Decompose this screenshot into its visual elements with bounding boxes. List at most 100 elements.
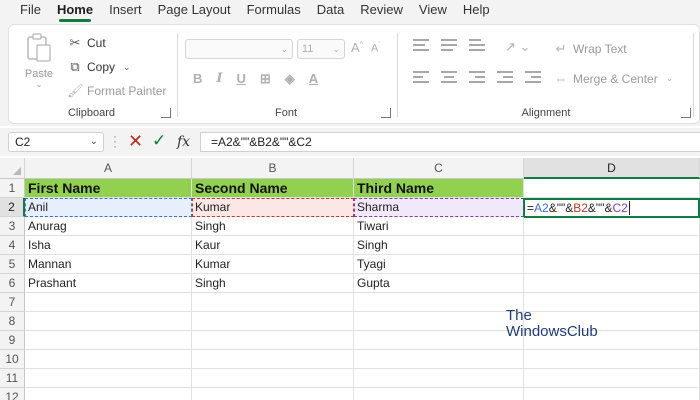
decrease-indent-icon[interactable] — [497, 71, 513, 83]
format-painter-button[interactable]: 🖌 Format Painter — [67, 83, 166, 99]
header-cell-second-name[interactable]: Second Name — [192, 179, 354, 198]
empty-cell[interactable] — [25, 369, 192, 388]
empty-cell[interactable] — [25, 312, 192, 331]
cell-c2[interactable]: Sharma — [354, 198, 524, 217]
name-box[interactable]: C2 ⌄ — [8, 132, 104, 152]
menu-home[interactable]: Home — [49, 0, 101, 22]
column-header-d[interactable]: D — [524, 158, 700, 179]
font-name-select[interactable]: ⌄ — [185, 39, 293, 59]
empty-cell[interactable] — [354, 312, 524, 331]
empty-cell[interactable] — [192, 331, 354, 350]
row-header[interactable]: 10 — [0, 350, 25, 369]
menu-file[interactable]: File — [12, 0, 49, 22]
menu-insert[interactable]: Insert — [101, 0, 150, 22]
empty-cell[interactable] — [524, 236, 700, 255]
column-header-c[interactable]: C — [354, 158, 524, 179]
align-center-icon[interactable] — [441, 71, 457, 83]
header-cell-first-name[interactable]: First Name — [25, 179, 192, 198]
row-header[interactable]: 9 — [0, 331, 25, 350]
cell-b2[interactable]: Kumar — [192, 198, 354, 217]
cell-a3[interactable]: Anurag — [25, 217, 192, 236]
cell-b3[interactable]: Singh — [192, 217, 354, 236]
select-all-button[interactable] — [0, 158, 25, 179]
menu-view[interactable]: View — [411, 0, 455, 22]
orientation-icon[interactable]: ↗ ⌄ — [505, 39, 530, 55]
middle-align-icon[interactable] — [441, 39, 457, 51]
column-header-a[interactable]: A — [25, 158, 192, 179]
copy-button[interactable]: ⧉ Copy ⌄ — [67, 59, 130, 75]
row-header[interactable]: 2 — [0, 198, 25, 217]
empty-cell[interactable] — [354, 331, 524, 350]
decrease-font-icon[interactable]: Aˇ — [371, 42, 381, 55]
cell-a2[interactable]: Anil — [25, 198, 192, 217]
menu-formulas[interactable]: Formulas — [239, 0, 309, 22]
cell-b5[interactable]: Kumar — [192, 255, 354, 274]
cell-a4[interactable]: Isha — [25, 236, 192, 255]
bottom-align-icon[interactable] — [469, 39, 485, 51]
italic-icon[interactable]: I — [216, 71, 222, 87]
insert-function-icon[interactable]: fx — [177, 132, 190, 152]
empty-cell[interactable] — [25, 350, 192, 369]
more-options-icon[interactable]: · · · — [113, 130, 117, 152]
empty-cell[interactable] — [354, 388, 524, 400]
empty-cell[interactable] — [25, 388, 192, 400]
empty-cell[interactable] — [25, 293, 192, 312]
row-header[interactable]: 6 — [0, 274, 25, 293]
empty-cell[interactable] — [25, 331, 192, 350]
empty-cell[interactable] — [192, 369, 354, 388]
empty-cell[interactable] — [524, 369, 700, 388]
top-align-icon[interactable] — [413, 39, 429, 51]
cell-b6[interactable]: Singh — [192, 274, 354, 293]
row-header[interactable]: 3 — [0, 217, 25, 236]
row-header[interactable]: 5 — [0, 255, 25, 274]
increase-font-icon[interactable]: A^ — [351, 40, 363, 55]
row-header[interactable]: 7 — [0, 293, 25, 312]
font-launcher-icon[interactable] — [381, 108, 391, 118]
clipboard-launcher-icon[interactable] — [161, 108, 171, 118]
cell-c3[interactable]: Tiwari — [354, 217, 524, 236]
menu-page-layout[interactable]: Page Layout — [150, 0, 239, 22]
font-color-icon[interactable]: A — [309, 71, 318, 87]
header-cell-third-name[interactable]: Third Name — [354, 179, 524, 198]
row-header[interactable]: 1 — [0, 179, 25, 198]
empty-cell[interactable] — [524, 388, 700, 400]
empty-cell[interactable] — [524, 274, 700, 293]
menu-review[interactable]: Review — [352, 0, 411, 22]
row-header[interactable]: 12 — [0, 388, 25, 400]
alignment-launcher-icon[interactable] — [681, 108, 691, 118]
cell-a6[interactable]: Prashant — [25, 274, 192, 293]
cell-a5[interactable]: Mannan — [25, 255, 192, 274]
cell-b4[interactable]: Kaur — [192, 236, 354, 255]
align-left-icon[interactable] — [413, 71, 429, 83]
cell-c6[interactable]: Gupta — [354, 274, 524, 293]
formula-input[interactable]: =A2&""&B2&""&C2 — [200, 132, 700, 152]
wrap-text-button[interactable]: ↵ Wrap Text — [553, 41, 627, 57]
empty-cell[interactable] — [192, 388, 354, 400]
font-size-select[interactable]: 11 ⌄ — [297, 39, 345, 59]
empty-cell[interactable] — [192, 293, 354, 312]
align-right-icon[interactable] — [469, 71, 485, 83]
empty-cell[interactable] — [524, 350, 700, 369]
bold-icon[interactable]: B — [193, 71, 202, 87]
empty-cell[interactable] — [354, 350, 524, 369]
empty-cell[interactable] — [192, 312, 354, 331]
row-header[interactable]: 8 — [0, 312, 25, 331]
cell-c5[interactable]: Tyagi — [354, 255, 524, 274]
merge-center-button[interactable]: ⇔ Merge & Center ⌄ — [553, 71, 674, 86]
empty-cell[interactable] — [354, 293, 524, 312]
empty-cell[interactable] — [524, 179, 700, 198]
increase-indent-icon[interactable] — [525, 71, 541, 83]
column-header-b[interactable]: B — [192, 158, 354, 179]
border-icon[interactable]: ⊞ — [260, 71, 271, 87]
empty-cell[interactable] — [524, 217, 700, 236]
row-header[interactable]: 4 — [0, 236, 25, 255]
menu-data[interactable]: Data — [309, 0, 352, 22]
empty-cell[interactable] — [524, 255, 700, 274]
cell-c4[interactable]: Singh — [354, 236, 524, 255]
empty-cell[interactable] — [354, 369, 524, 388]
empty-cell[interactable] — [192, 350, 354, 369]
cancel-icon[interactable]: ✕ — [128, 131, 143, 151]
enter-check-icon[interactable]: ✓ — [152, 131, 166, 151]
cell-d2-editing[interactable]: =A2&""&B2&""&C2 — [523, 198, 700, 218]
paste-button[interactable]: Paste ⌄ — [19, 33, 59, 89]
